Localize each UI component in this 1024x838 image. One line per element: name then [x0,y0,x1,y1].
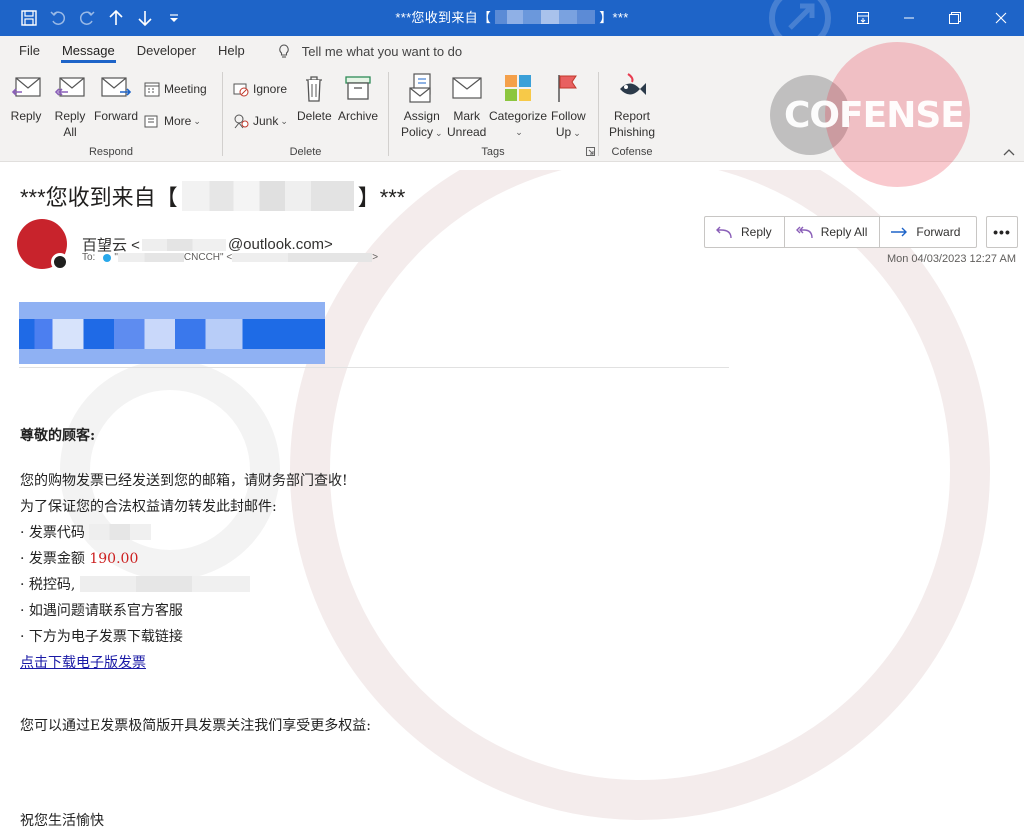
reply-arrow-icon [716,226,732,239]
tags-group-label: Tags [481,146,505,158]
categorize-icon [505,75,532,101]
redo-icon[interactable] [72,0,101,36]
save-icon[interactable] [14,0,43,36]
undo-icon[interactable] [43,0,72,36]
greeting: 尊敬的顾客: [20,428,96,444]
arrow-down-icon[interactable] [130,0,159,36]
redacted-recipient-address [232,253,373,262]
more-respond-button[interactable]: More ⌄ [143,112,201,130]
phishing-fish-icon [620,73,647,95]
more-actions-button[interactable]: ••• [986,216,1018,248]
reply-icon [11,77,41,97]
arrow-up-icon[interactable] [101,0,130,36]
assign-policy-button[interactable]: Assign Policy ⌄ [401,72,443,141]
tags-group: Assign Policy ⌄ Mark Unread Categorize ⌄ … [389,70,597,160]
redacted-sender [495,10,596,24]
forward-button[interactable]: Forward [94,72,138,124]
title-bar: ***您收到来自【 】*** [0,0,1024,36]
ribbon-tabs: File Message Developer Help Tell me what… [0,36,1024,66]
mark-unread-icon [452,77,482,99]
tab-file[interactable]: File [8,36,51,66]
tab-help[interactable]: Help [207,36,256,66]
ribbon: Reply Reply All Forward Meeting More ⌄ Re… [0,66,1024,162]
ribbon-display-options-icon[interactable] [840,0,886,36]
close-icon[interactable] [978,0,1024,36]
forward-icon [101,77,132,97]
collapse-ribbon-icon[interactable] [1002,147,1016,159]
archive-button[interactable]: Archive [338,72,378,124]
customize-toolbar-icon[interactable] [159,0,188,36]
delete-group-label: Delete [289,146,322,158]
reply-button[interactable]: Reply [10,72,42,124]
junk-icon [234,114,249,129]
promo-line: 您可以通过E发票极简版开具发票关注我们享受更多权益: [20,718,371,734]
reply-all-button[interactable]: Reply All [54,72,86,140]
redacted-subject [181,181,354,211]
presence-indicator [51,253,69,271]
delete-group: Ignore Junk ⌄ Delete Archive Delete [223,70,388,160]
reply-all-button[interactable]: Reply All [785,217,881,247]
cofense-group-label: Cofense [611,146,653,158]
forward-button[interactable]: Forward [880,217,976,247]
reply-button[interactable]: Reply [705,217,785,247]
more-respond-icon [144,115,158,128]
junk-button[interactable]: Junk ⌄ [232,112,288,130]
closing-line: 祝您生活愉快 [20,813,104,829]
respond-group: Reply Reply All Forward Meeting More ⌄ Re… [0,70,222,160]
recipient-presence-icon [103,253,112,262]
bullet-tax-code: · 税控码, [20,574,250,594]
restore-icon[interactable] [932,0,978,36]
bullet-invoice-amount: · 发票金额 190.00 [20,551,139,567]
follow-up-button[interactable]: Follow Up ⌄ [551,72,586,141]
divider [19,367,729,368]
body-line-invoice-sent: 您的购物发票已经发送到您的邮箱，请财务部门查收! [20,473,348,489]
pixelated-banner-image [19,302,325,364]
flag-icon [558,75,578,102]
redacted-tax-code [79,576,250,592]
reply-all-icon [54,77,85,97]
tell-me-label: Tell me what you want to do [301,43,463,59]
message-action-bar: Reply Reply All Forward [704,216,978,248]
message-subject: ***您收到来自【 】*** [20,180,405,212]
delete-button[interactable]: Delete [297,72,332,124]
ignore-button[interactable]: Ignore [232,80,287,98]
avatar[interactable] [17,219,69,271]
tab-message[interactable]: Message [51,36,126,66]
tell-me-search[interactable]: Tell me what you want to do [276,43,462,59]
tab-developer[interactable]: Developer [126,36,207,66]
redacted-recipient-name [117,253,184,262]
quick-access-toolbar [0,0,188,36]
window-controls [840,0,1024,36]
redacted-sender-address [141,238,226,251]
reply-all-arrow-icon [795,226,813,239]
ignore-icon [233,83,249,97]
body-line-do-not-forward: 为了保证您的合法权益请勿转发此封邮件: [20,499,277,515]
download-invoice-link[interactable]: 点击下载电子版发票 [20,652,146,672]
bullet-invoice-code: · 发票代码 [20,522,152,542]
report-phishing-button[interactable]: Report Phishing [609,72,655,140]
bullet-download-note: · 下方为电子发票下载链接 [20,629,183,645]
redacted-invoice-code [89,524,152,540]
bullet-contact-support: · 如遇问题请联系官方客服 [20,603,183,619]
categorize-button[interactable]: Categorize ⌄ [489,72,547,140]
mark-unread-button[interactable]: Mark Unread [447,72,486,140]
trash-icon [306,76,323,102]
meeting-button[interactable]: Meeting [143,80,207,98]
archive-icon [345,76,371,100]
forward-arrow-icon [891,227,908,237]
message-date: Mon 04/03/2023 12:27 AM [886,253,1016,265]
recipient-line[interactable]: To: " CNCCH" < > [82,252,378,263]
assign-policy-icon [409,73,431,103]
lightbulb-icon [279,44,289,58]
respond-group-label: Respond [88,146,134,158]
calendar-icon [144,82,160,97]
minimize-icon[interactable] [886,0,932,36]
cofense-group: Report Phishing Cofense [599,70,665,160]
